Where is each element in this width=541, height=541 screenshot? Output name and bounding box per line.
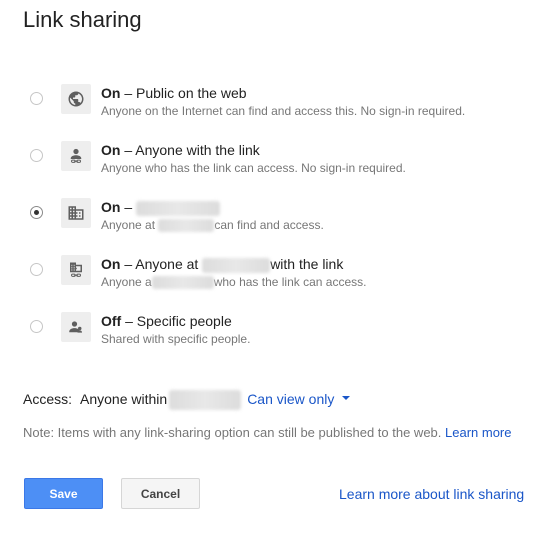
option-description: Anyone who has the link can access. No s… [101, 161, 406, 175]
option-description: Shared with specific people. [101, 332, 251, 346]
access-value: Anyone within [80, 391, 168, 407]
save-button[interactable]: Save [24, 478, 103, 509]
globe-icon [61, 84, 91, 114]
option-anyone-with-link[interactable]: On – Anyone with the link Anyone who has… [0, 139, 541, 187]
people-icon [61, 312, 91, 342]
building-link-icon [61, 255, 91, 285]
caret-down-icon [342, 396, 351, 401]
option-description: Anyone on the Internet can find and acce… [101, 104, 466, 118]
option-organization[interactable]: On – Anyone at can find and access. [0, 196, 541, 244]
permission-dropdown[interactable]: Can view only [247, 391, 351, 407]
redacted-domain [169, 390, 242, 411]
radio-specific-people[interactable] [30, 320, 43, 333]
option-title: Off – Specific people [101, 313, 232, 329]
learn-more-link[interactable]: Learn more [445, 425, 511, 440]
option-title: On – [101, 198, 221, 216]
access-label: Access: [23, 391, 73, 407]
radio-anyone-with-link[interactable] [30, 149, 43, 162]
option-description: Anyone at can find and access. [101, 218, 324, 233]
person-link-icon [61, 141, 91, 171]
cancel-button[interactable]: Cancel [121, 478, 200, 509]
radio-organization-with-link[interactable] [30, 263, 43, 276]
redacted-domain [151, 276, 214, 290]
dialog-title: Link sharing [23, 7, 142, 32]
access-row: Access: Anyone within Can view only [23, 388, 351, 411]
option-organization-with-link[interactable]: On – Anyone at with the link Anyone a who… [0, 253, 541, 301]
building-icon [61, 198, 91, 228]
option-public-web[interactable]: On – Public on the web Anyone on the Int… [0, 82, 541, 130]
radio-organization[interactable] [30, 206, 43, 219]
option-specific-people[interactable]: Off – Specific people Shared with specif… [0, 310, 541, 358]
option-title: On – Anyone with the link [101, 142, 260, 158]
redacted-domain [136, 200, 221, 216]
redacted-domain [202, 257, 271, 273]
option-description: Anyone a who has the link can access. [101, 275, 367, 290]
publish-note: Note: Items with any link-sharing option… [23, 425, 512, 440]
option-title: On – Anyone at with the link [101, 256, 344, 273]
radio-public-web[interactable] [30, 92, 43, 105]
link-sharing-dialog: Link sharing On – Public on the web Anyo… [0, 0, 541, 541]
learn-more-link-sharing[interactable]: Learn more about link sharing [339, 485, 524, 503]
redacted-domain [158, 219, 215, 233]
option-title: On – Public on the web [101, 85, 247, 101]
